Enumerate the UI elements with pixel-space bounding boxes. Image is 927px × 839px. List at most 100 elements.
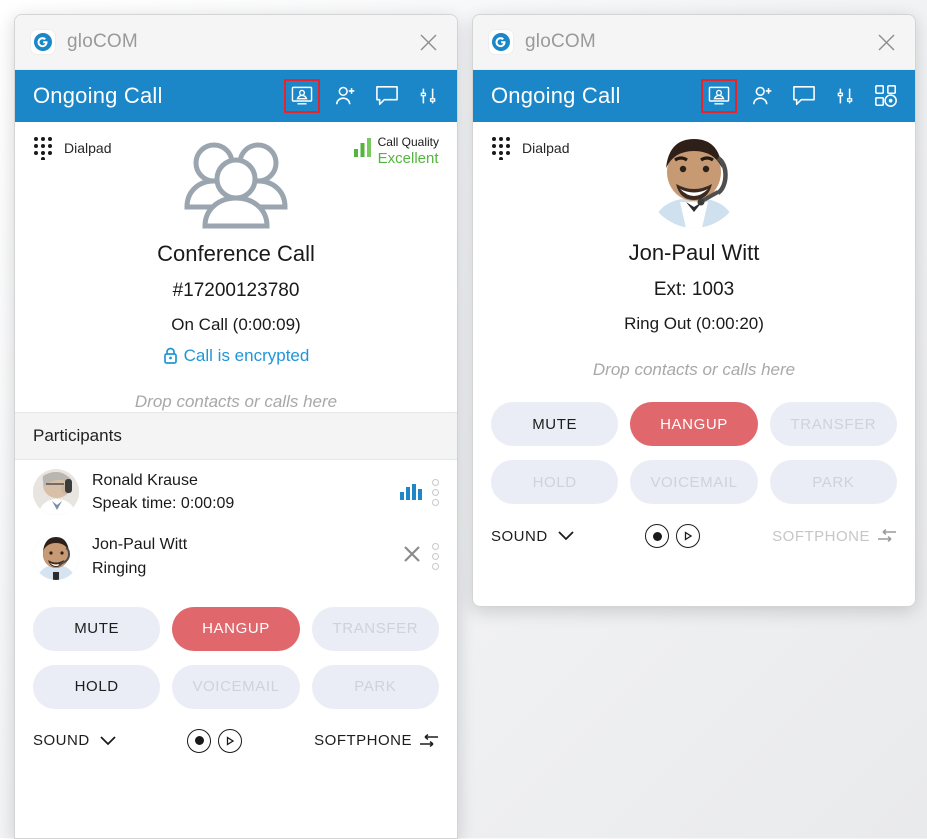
play-icon[interactable] <box>676 524 701 548</box>
switch-arrows-icon <box>419 733 438 747</box>
window-title: gloCOM <box>525 31 596 52</box>
call-quality-value: Excellent <box>377 149 439 167</box>
close-icon[interactable] <box>407 23 449 61</box>
kebab-menu-icon[interactable] <box>432 543 439 571</box>
call-info-panel: Dialpad Call Quality Excellent Conferenc… <box>15 122 457 412</box>
dialpad-button[interactable]: Dialpad <box>33 136 111 160</box>
sound-label: SOUND <box>491 527 548 545</box>
ongoing-call-header: Ongoing Call <box>15 70 457 122</box>
dialpad-icon <box>34 137 52 160</box>
titlebar[interactable]: gloCOM <box>15 15 457 70</box>
chevron-down-icon <box>100 736 116 746</box>
hold-button: HOLD <box>491 460 619 504</box>
participant-detail: Ringing <box>92 559 147 577</box>
speaking-equalizer-icon <box>400 484 422 501</box>
dialpad-label: Dialpad <box>64 140 112 156</box>
call-footer: SOUND SOFTPHONE <box>473 504 915 564</box>
qr-scan-icon[interactable] <box>871 81 901 111</box>
transfer-button: TRANSFER <box>769 402 897 446</box>
record-icon[interactable] <box>187 728 212 753</box>
participant-detail: Speak time: 0:00:09 <box>92 495 235 513</box>
table-row[interactable]: Ronald Krause Speak time: 0:00:09 <box>15 460 457 524</box>
mute-button[interactable]: MUTE <box>33 606 161 651</box>
call-info-panel: Dialpad Jon-Paul Witt Ext: 1003 Ring Out… <box>473 122 915 380</box>
video-presentation-icon[interactable] <box>701 79 737 113</box>
page-title: Ongoing Call <box>33 83 163 108</box>
park-button: PARK <box>769 460 897 504</box>
window-title: gloCOM <box>67 31 138 52</box>
glocom-logo-icon <box>489 30 513 54</box>
switch-arrows-icon <box>877 529 896 542</box>
play-icon[interactable] <box>218 728 243 753</box>
record-playback-controls <box>645 524 701 548</box>
page-title: Ongoing Call <box>491 83 621 108</box>
call-action-buttons: MUTE HANGUP TRANSFER HOLD VOICEMAIL PARK <box>473 380 915 504</box>
sound-selector[interactable]: SOUND <box>491 528 574 545</box>
mute-button[interactable]: MUTE <box>491 402 619 446</box>
call-party-summary: Jon-Paul Witt Ext: 1003 Ring Out (0:00:2… <box>491 132 897 380</box>
dialpad-icon <box>492 137 510 160</box>
titlebar[interactable]: gloCOM <box>473 15 915 70</box>
participant-name: Ronald Krause <box>92 472 198 490</box>
record-icon[interactable] <box>645 524 670 548</box>
lock-icon <box>163 347 177 364</box>
drop-hint: Drop contacts or calls here <box>134 392 338 412</box>
equalizer-sliders-icon[interactable] <box>413 81 443 111</box>
glocom-logo-icon <box>31 30 55 54</box>
ongoing-call-header: Ongoing Call <box>473 70 915 122</box>
avatar <box>646 132 742 228</box>
hangup-button[interactable]: HANGUP <box>630 402 758 446</box>
call-footer: SOUND SOFTPHONE <box>15 709 457 769</box>
chevron-down-icon <box>558 531 574 541</box>
call-status: On Call (0:00:09) <box>171 315 301 335</box>
video-presentation-icon[interactable] <box>284 79 320 113</box>
conference-call-window[interactable]: gloCOM Ongoing Call Dialpad Call Quality… <box>14 14 458 839</box>
call-party-name: Jon-Paul Witt <box>628 240 760 265</box>
call-number: Ext: 1003 <box>653 279 735 300</box>
encryption-status: Call is encrypted <box>163 346 310 366</box>
call-action-buttons: MUTE HANGUP TRANSFER HOLD VOICEMAIL PARK <box>15 589 457 709</box>
call-quality-indicator: Call Quality Excellent <box>353 135 439 167</box>
signal-bars-icon <box>353 138 371 157</box>
call-status: Ring Out (0:00:20) <box>624 314 764 333</box>
avatar <box>33 533 79 580</box>
voicemail-button: VOICEMAIL <box>630 460 758 504</box>
header-icon-group <box>701 79 901 113</box>
add-participant-icon[interactable] <box>748 81 778 111</box>
participant-name: Jon-Paul Witt <box>92 536 188 554</box>
conference-summary: Conference Call #17200123780 On Call (0:… <box>33 137 439 412</box>
kebab-menu-icon[interactable] <box>432 478 439 506</box>
sound-selector[interactable]: SOUND <box>33 732 116 749</box>
encryption-label: Call is encrypted <box>183 346 310 366</box>
voicemail-button: VOICEMAIL <box>172 664 300 709</box>
direct-call-window[interactable]: gloCOM Ongoing Call Dialpad Jon-Paul Wit… <box>472 14 916 607</box>
equalizer-sliders-icon[interactable] <box>830 81 860 111</box>
softphone-label: SOFTPHONE <box>772 527 870 545</box>
add-participant-icon[interactable] <box>331 81 361 111</box>
dialpad-label: Dialpad <box>522 140 570 156</box>
header-icon-group <box>284 79 443 113</box>
participants-header: Participants <box>15 412 457 461</box>
call-quality-label: Call Quality <box>377 135 439 149</box>
chat-icon[interactable] <box>789 81 819 111</box>
table-row[interactable]: Jon-Paul Witt Ringing <box>15 524 457 588</box>
sound-label: SOUND <box>33 732 90 750</box>
call-party-name: Conference Call <box>157 241 315 267</box>
participants-list: Ronald Krause Speak time: 0:00:09 Jon-Pa… <box>15 460 457 589</box>
softphone-switch[interactable]: SOFTPHONE <box>314 732 439 749</box>
hangup-button[interactable]: HANGUP <box>172 606 300 651</box>
drop-hint: Drop contacts or calls here <box>592 360 796 379</box>
close-icon[interactable] <box>865 23 907 61</box>
transfer-button: TRANSFER <box>311 606 439 651</box>
avatar <box>33 469 79 516</box>
dialpad-button[interactable]: Dialpad <box>491 136 569 160</box>
softphone-switch: SOFTPHONE <box>772 528 897 545</box>
remove-x-icon[interactable] <box>402 544 422 569</box>
hold-button[interactable]: HOLD <box>33 664 161 709</box>
park-button: PARK <box>311 664 439 709</box>
call-number: #17200123780 <box>172 280 300 302</box>
conference-group-icon <box>184 142 288 229</box>
softphone-label: SOFTPHONE <box>314 732 412 750</box>
record-playback-controls <box>187 728 243 753</box>
chat-icon[interactable] <box>372 81 402 111</box>
